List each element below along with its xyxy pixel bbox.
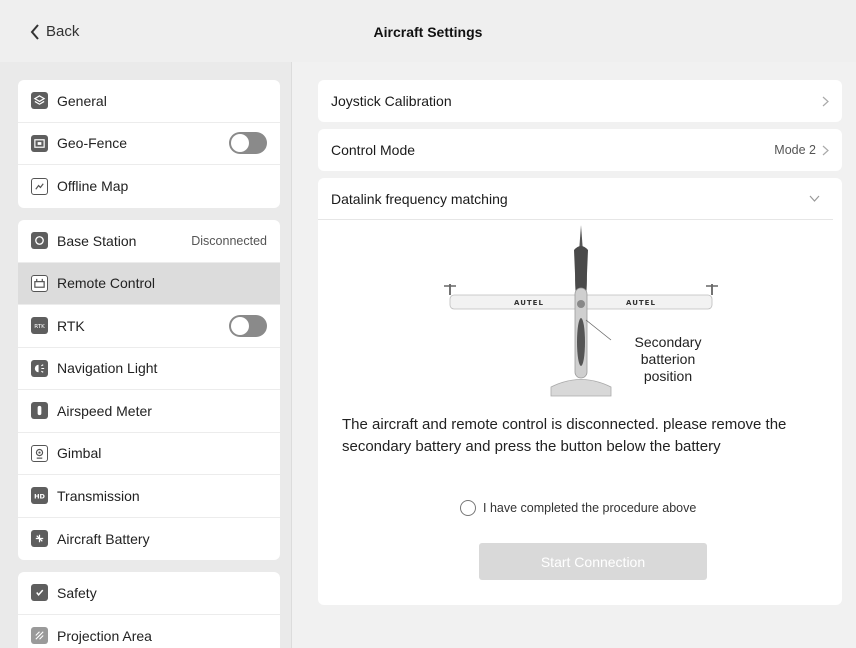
control-mode-value-wrap: Mode 2 xyxy=(774,143,829,157)
sidebar-item-navigation-light[interactable]: Navigation Light xyxy=(18,348,280,390)
map-icon xyxy=(31,134,48,152)
sidebar-item-label: Projection Area xyxy=(57,627,152,644)
sidebar-item-label: Airspeed Meter xyxy=(57,402,152,419)
sidebar-item-safety[interactable]: Safety xyxy=(18,572,280,615)
chevron-down-icon xyxy=(809,195,820,202)
control-mode-value: Mode 2 xyxy=(774,143,816,157)
sidebar-item-remote-control[interactable]: Remote Control xyxy=(18,262,280,305)
sidebar-item-label: Geo-Fence xyxy=(57,135,128,152)
sidebar-item-label: Aircraft Battery xyxy=(57,530,150,547)
sidebar-item-projection-area[interactable]: Projection Area xyxy=(18,615,280,648)
battery-label-line2: batterion xyxy=(640,351,696,367)
sidebar-item-general[interactable]: General xyxy=(18,80,280,123)
top-bar: Back Aircraft Settings xyxy=(0,0,856,62)
battery-icon xyxy=(31,530,48,548)
wing-brand-left: AUTEL xyxy=(514,299,544,307)
sidebar-item-label: Offline Map xyxy=(57,178,129,195)
control-mode-row[interactable]: Control Mode Mode 2 xyxy=(318,129,842,171)
sidebar-group-devices: Base Station Disconnected Remote Control… xyxy=(18,220,280,560)
svg-text:HD: HD xyxy=(34,493,45,501)
page-title: Aircraft Settings xyxy=(373,24,483,40)
chevron-right-icon xyxy=(822,96,829,106)
sidebar-item-label: Transmission xyxy=(57,487,140,504)
airspeed-icon xyxy=(31,402,48,420)
datalink-panel: Datalink frequency matching AUTEL AUTEL … xyxy=(318,178,842,605)
chevron-right-icon xyxy=(822,145,829,155)
joystick-calibration-row[interactable]: Joystick Calibration xyxy=(318,80,842,122)
start-connection-button[interactable]: Start Connection xyxy=(479,543,707,580)
datalink-label: Datalink frequency matching xyxy=(331,190,508,207)
sidebar-item-rtk[interactable]: RTK RTK xyxy=(18,305,280,348)
secondary-battery-label: Secondary batterion position xyxy=(620,334,716,385)
sidebar-item-label: Safety xyxy=(57,584,97,601)
sidebar-item-airspeed-meter[interactable]: Airspeed Meter xyxy=(18,390,280,433)
sidebar-item-label: General xyxy=(57,92,107,109)
remote-control-icon xyxy=(31,274,48,292)
projection-icon xyxy=(31,627,48,645)
wing-brand-right: AUTEL xyxy=(626,299,656,307)
sidebar-group-general: General Geo-Fence Offline Map xyxy=(18,80,280,208)
hd-icon: HD xyxy=(31,487,48,505)
sidebar-item-label: Remote Control xyxy=(57,275,156,292)
sidebar-item-label: Navigation Light xyxy=(57,360,158,377)
rtk-toggle[interactable] xyxy=(229,314,267,337)
shield-check-icon xyxy=(31,584,48,602)
layers-icon xyxy=(31,92,48,110)
rtk-icon: RTK xyxy=(31,317,48,335)
row-chevron xyxy=(822,96,829,107)
sidebar-item-aircraft-battery[interactable]: Aircraft Battery xyxy=(18,518,280,561)
geo-fence-toggle[interactable] xyxy=(229,132,267,155)
procedure-complete-checkbox[interactable]: I have completed the procedure above xyxy=(460,500,696,516)
map-download-icon xyxy=(31,177,48,195)
sidebar-item-offline-map[interactable]: Offline Map xyxy=(18,165,280,208)
light-icon xyxy=(31,359,48,377)
svg-text:RTK: RTK xyxy=(34,324,45,330)
datalink-header[interactable]: Datalink frequency matching xyxy=(318,178,833,220)
sidebar-item-label: Base Station xyxy=(57,232,137,249)
battery-label-line1: Secondary xyxy=(634,334,702,350)
joystick-calibration-label: Joystick Calibration xyxy=(331,93,452,109)
disconnected-message: The aircraft and remote control is disco… xyxy=(342,416,787,455)
sidebar-item-transmission[interactable]: HD Transmission xyxy=(18,475,280,518)
sidebar-item-label: Gimbal xyxy=(57,445,102,462)
battery-label-line3: position xyxy=(643,368,693,384)
sidebar-group-safety: Safety Projection Area xyxy=(18,572,280,648)
procedure-complete-label: I have completed the procedure above xyxy=(483,501,697,515)
sidebar: General Geo-Fence Offline Map Base Stati… xyxy=(0,62,292,648)
sidebar-item-geo-fence[interactable]: Geo-Fence xyxy=(18,123,280,165)
radio-circle-icon[interactable] xyxy=(460,500,476,516)
base-station-icon xyxy=(31,232,48,250)
control-mode-label: Control Mode xyxy=(331,142,416,158)
sidebar-item-label: RTK xyxy=(57,317,85,334)
sidebar-item-gimbal[interactable]: Gimbal xyxy=(18,433,280,475)
gimbal-icon xyxy=(31,444,48,462)
base-station-status: Disconnected xyxy=(191,233,267,248)
sidebar-item-base-station[interactable]: Base Station Disconnected xyxy=(18,220,280,263)
